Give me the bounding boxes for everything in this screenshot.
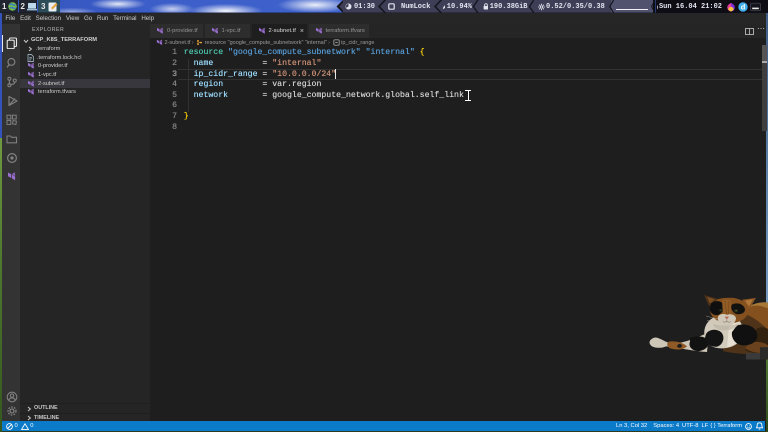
- svg-text:d: d: [741, 2, 746, 11]
